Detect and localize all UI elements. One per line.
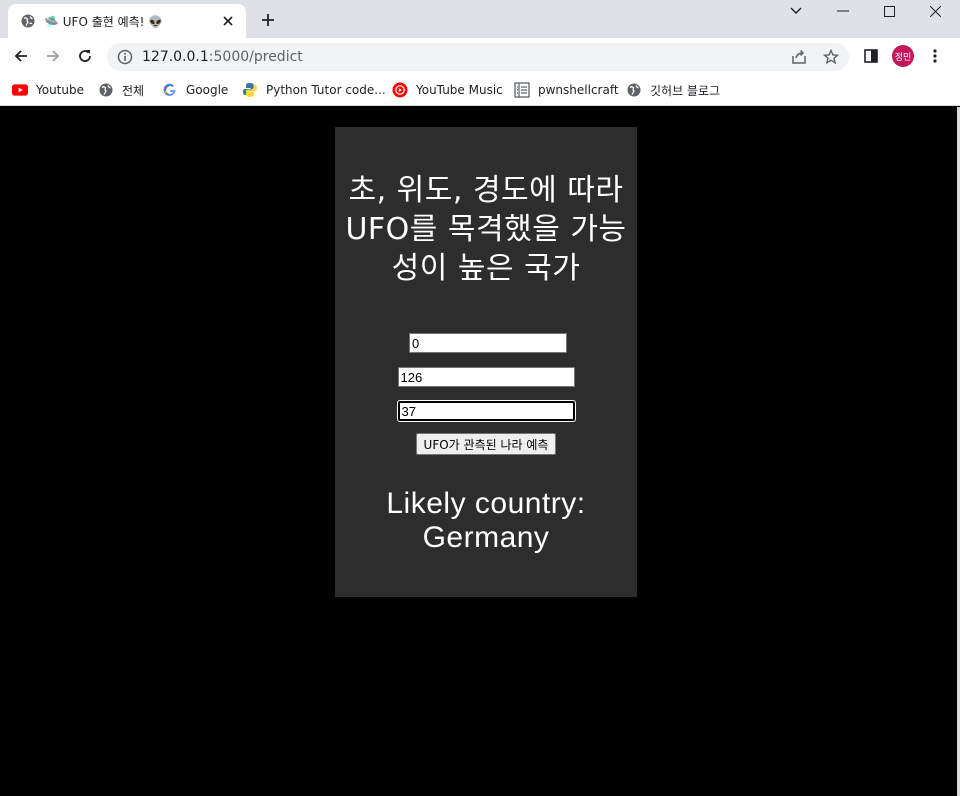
tab-strip: 🛸 UFO 출현 예측! 👽 — [0, 0, 960, 38]
reload-icon[interactable] — [75, 46, 95, 66]
tab-active[interactable]: 🛸 UFO 출현 예측! 👽 — [8, 4, 246, 38]
google-icon — [162, 82, 178, 98]
result-country: Germany — [422, 521, 550, 554]
close-tab-icon[interactable] — [220, 13, 236, 29]
seconds-input[interactable] — [409, 333, 567, 353]
bookmark-label: pwnshellcraft — [538, 83, 619, 97]
bookmark-label: Google — [186, 83, 229, 97]
site-info-icon[interactable] — [117, 49, 133, 65]
bookmark-youtube[interactable]: Youtube — [12, 80, 84, 100]
window-close-icon[interactable] — [912, 0, 958, 22]
globe-icon — [20, 13, 36, 29]
prediction-result: Likely country: Germany — [335, 487, 637, 555]
bookmark-github-blog[interactable]: 깃허브 블로그 — [626, 80, 720, 100]
share-icon[interactable] — [791, 49, 807, 65]
youtube-music-icon — [392, 82, 408, 98]
bookmark-label: 전체 — [122, 83, 145, 98]
tab-title: 🛸 UFO 출현 예측! 👽 — [44, 14, 164, 29]
side-panel-icon[interactable] — [861, 46, 881, 66]
page-viewport: 초, 위도, 경도에 따라 UFO를 목격했을 가능성이 높은 국가 UFO가 … — [0, 107, 960, 796]
bookmark-label: Python Tutor code... — [266, 83, 386, 97]
profile-avatar[interactable]: 정민 — [892, 45, 914, 67]
predict-button[interactable]: UFO가 관측된 나라 예측 — [415, 433, 557, 455]
bookmark-all[interactable]: 전체 — [98, 80, 144, 100]
prediction-panel: 초, 위도, 경도에 따라 UFO를 목격했을 가능성이 높은 국가 UFO가 … — [335, 127, 637, 597]
youtube-icon — [12, 82, 28, 98]
bookmark-google[interactable]: Google — [162, 80, 228, 100]
address-bar[interactable]: 127.0.0.1:5000/predict — [107, 43, 849, 71]
bookmark-youtube-music[interactable]: YouTube Music — [392, 80, 503, 100]
result-label: Likely country: — [386, 487, 586, 520]
longitude-input[interactable] — [396, 400, 576, 422]
bookmark-python-tutor[interactable]: Python Tutor code... — [242, 80, 386, 100]
bookmark-label: YouTube Music — [416, 83, 503, 97]
latitude-input[interactable] — [397, 367, 575, 387]
new-tab-button[interactable] — [258, 10, 278, 30]
bookmarks-bar: Youtube 전체 Google Python Tutor code... Y… — [0, 74, 960, 106]
bookmark-label: Youtube — [36, 83, 84, 97]
menu-icon[interactable] — [925, 46, 945, 66]
browser-toolbar: 127.0.0.1:5000/predict 정민 — [0, 38, 960, 74]
document-icon — [514, 82, 530, 98]
globe-icon — [98, 82, 114, 98]
back-icon[interactable] — [11, 46, 31, 66]
url-text: 127.0.0.1:5000/predict — [142, 49, 303, 65]
maximize-icon[interactable] — [866, 0, 912, 22]
bookmark-pwnshellcraft[interactable]: pwnshellcraft — [514, 80, 619, 100]
minimize-icon[interactable] — [820, 0, 866, 22]
bookmark-star-icon[interactable] — [822, 48, 840, 65]
prediction-form: UFO가 관측된 나라 예측 — [335, 333, 637, 455]
page-title: 초, 위도, 경도에 따라 UFO를 목격했을 가능성이 높은 국가 — [345, 173, 627, 286]
forward-icon[interactable] — [43, 46, 63, 66]
python-icon — [242, 82, 258, 98]
tab-search-icon[interactable] — [773, 0, 819, 22]
globe-icon — [626, 82, 642, 98]
bookmark-label: 깃허브 블로그 — [650, 83, 721, 98]
